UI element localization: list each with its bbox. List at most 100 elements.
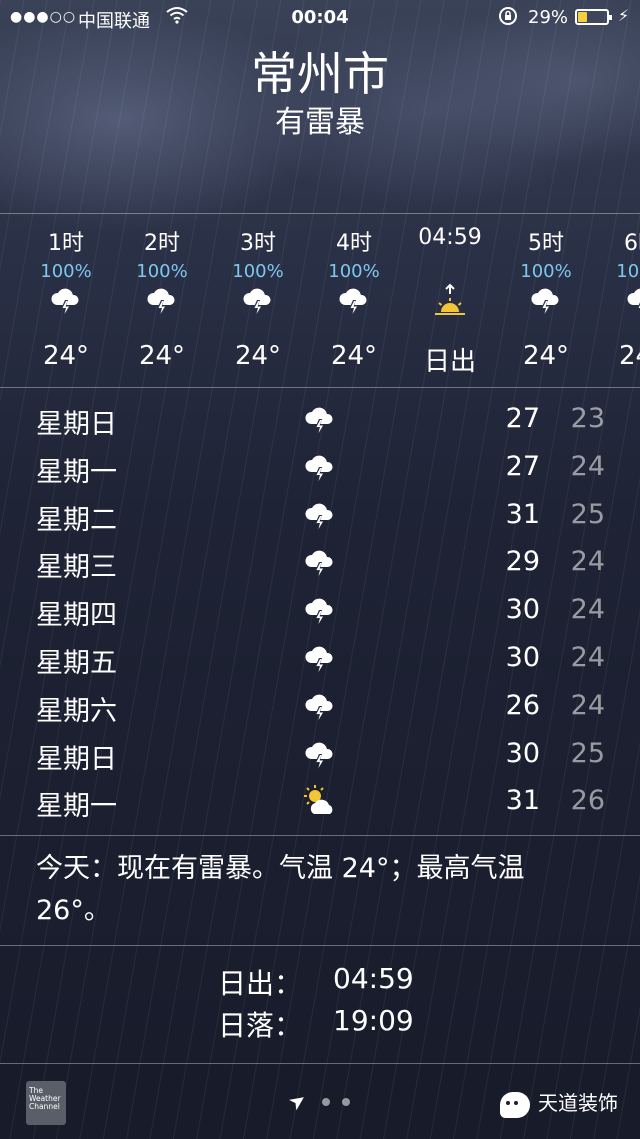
battery-percent: 29% xyxy=(528,7,569,28)
hour-label: 04:59 xyxy=(418,225,482,250)
hour-temperature: 24° xyxy=(618,341,640,371)
divider xyxy=(0,945,640,946)
divider xyxy=(0,1063,640,1064)
day-name: 星期日 xyxy=(36,743,117,775)
daily-row: 星期日 30 25 xyxy=(0,731,640,779)
page-dot[interactable] xyxy=(322,1098,330,1106)
thunderstorm-icon xyxy=(48,283,84,319)
divider xyxy=(0,387,640,388)
day-name: 星期二 xyxy=(36,504,117,536)
sunrise-label: 日出： xyxy=(218,967,303,1000)
hour-label: 4时 xyxy=(336,231,372,256)
hour-column: 04:59 日出 xyxy=(402,215,498,387)
thunderstorm-icon xyxy=(336,283,372,319)
thunderstorm-icon xyxy=(302,450,338,484)
precip-probability: 100% xyxy=(136,261,188,282)
low-temp: 25 xyxy=(570,498,605,530)
hour-temperature: 日出 xyxy=(423,347,476,377)
hour-column: 3时 100% 24° xyxy=(210,215,306,387)
city-name: 常州市 xyxy=(251,47,389,101)
today-summary: 今天：现在有雷暴。气温 24°；最高气温 26°。 xyxy=(36,853,525,926)
sunset-time: 19:09 xyxy=(333,1004,414,1037)
precip-probability: 100% xyxy=(616,261,640,282)
location-arrow-icon[interactable]: ➤ xyxy=(284,1086,311,1115)
day-name: 星期六 xyxy=(36,695,117,727)
thunderstorm-icon xyxy=(302,641,338,675)
rotation-lock-icon xyxy=(498,6,518,31)
hour-label: 3时 xyxy=(240,231,276,256)
day-name: 星期一 xyxy=(36,791,117,823)
precip-probability: 100% xyxy=(40,261,92,282)
hour-temperature: 24° xyxy=(42,341,90,371)
hour-column: 6时 100% 24° xyxy=(594,215,640,387)
hour-temperature: 24° xyxy=(522,341,570,371)
daily-row: 星期五 30 24 xyxy=(0,635,640,683)
daily-row: 星期一 27 24 xyxy=(0,444,640,492)
hour-label: 1时 xyxy=(48,231,84,256)
day-name: 星期三 xyxy=(36,552,117,584)
hour-temperature: 24° xyxy=(234,341,282,371)
charging-bolt-icon: ⚡ xyxy=(618,6,630,25)
thunderstorm-icon xyxy=(302,593,338,627)
hour-column: 4时 100% 24° xyxy=(306,215,402,387)
hour-column: 5时 100% 24° xyxy=(498,215,594,387)
thunderstorm-icon xyxy=(144,283,180,319)
thunderstorm-icon xyxy=(302,402,338,436)
low-temp: 23 xyxy=(570,403,605,434)
high-temp: 31 xyxy=(505,785,540,817)
thunderstorm-icon xyxy=(302,498,338,532)
high-temp: 30 xyxy=(505,594,540,626)
wechat-icon xyxy=(500,1091,530,1118)
low-temp: 24 xyxy=(570,594,605,626)
precip-probability: 100% xyxy=(328,261,380,282)
divider xyxy=(0,835,640,836)
daily-row: 星期三 29 24 xyxy=(0,539,640,587)
divider xyxy=(0,213,640,214)
high-temp: 29 xyxy=(505,546,540,578)
high-temp: 27 xyxy=(505,403,540,434)
hour-label: 5时 xyxy=(528,231,564,256)
low-temp: 24 xyxy=(570,546,605,578)
thunderstorm-icon xyxy=(302,689,338,723)
day-name: 星期五 xyxy=(36,648,117,679)
daily-row: 星期一 31 26 xyxy=(0,778,640,826)
high-temp: 30 xyxy=(505,737,540,769)
status-bar: ●●●○○ 中国联通 00:04 29% ⚡ xyxy=(0,0,640,36)
day-name: 星期日 xyxy=(36,409,117,440)
hour-column: 1时 100% 24° xyxy=(18,215,114,387)
daily-row: 星期四 30 24 xyxy=(0,587,640,635)
thunderstorm-icon xyxy=(624,283,640,319)
thunderstorm-icon xyxy=(240,283,276,319)
low-temp: 25 xyxy=(570,737,605,769)
page-dot[interactable] xyxy=(342,1098,350,1106)
weather-channel-logo[interactable]: The Weather Channel xyxy=(26,1081,66,1125)
current-condition: 有雷暴 xyxy=(275,105,365,140)
daily-row: 星期日 27 23 xyxy=(0,396,640,444)
daily-row: 星期二 31 25 xyxy=(0,492,640,540)
hour-temperature: 24° xyxy=(138,341,186,371)
battery-fill xyxy=(578,12,587,22)
high-temp: 31 xyxy=(505,498,540,530)
sunset-label: 日落： xyxy=(218,1009,303,1042)
precip-probability: 100% xyxy=(232,261,284,282)
low-temp: 24 xyxy=(570,689,605,721)
hourly-forecast[interactable]: 1时 100% 24° 2时 100% 24° 3时 100% 24° 4时 100% 24° 04:5… xyxy=(0,215,640,387)
sunrise-time: 04:59 xyxy=(333,962,414,995)
hour-label: 2时 xyxy=(144,231,180,256)
thunderstorm-icon xyxy=(302,545,338,579)
high-temp: 27 xyxy=(505,450,540,482)
low-temp: 24 xyxy=(570,450,605,482)
hour-temperature: 24° xyxy=(330,341,378,371)
high-temp: 26 xyxy=(505,689,540,721)
high-temp: 30 xyxy=(505,642,540,673)
precip-probability: 100% xyxy=(520,261,572,282)
partly-sunny-icon xyxy=(302,784,338,818)
day-name: 星期一 xyxy=(36,456,117,488)
watermark-text: 天道装饰 xyxy=(538,1091,618,1115)
day-name: 星期四 xyxy=(36,600,117,632)
bottom-toolbar: The Weather Channel ➤ 天道装饰 xyxy=(0,1075,640,1139)
sunrise-icon xyxy=(432,283,468,319)
hour-label: 6时 xyxy=(624,231,640,256)
battery-icon xyxy=(575,9,612,25)
thunderstorm-icon xyxy=(302,737,338,771)
